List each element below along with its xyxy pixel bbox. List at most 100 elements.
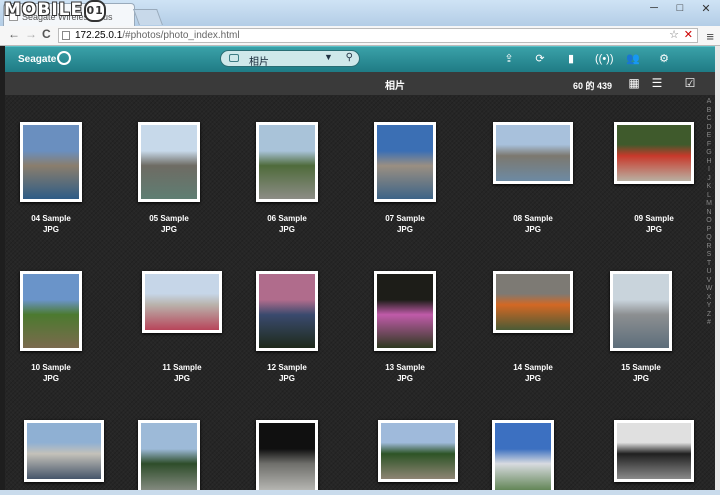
photo-thumbnail[interactable] [20, 122, 82, 202]
photo-thumbnail[interactable] [142, 271, 222, 333]
url-host: 172.25.0.1 [75, 30, 123, 41]
alphabet-letter[interactable]: Y [703, 302, 715, 311]
extension-icon[interactable]: ✕ [684, 29, 693, 42]
photo-type: JPG [632, 374, 649, 383]
photo-thumbnail[interactable] [378, 420, 458, 482]
photo-type: JPG [42, 225, 59, 234]
camera-icon [229, 54, 239, 62]
alphabet-letter[interactable]: U [703, 268, 715, 277]
photo-thumbnail[interactable] [256, 420, 318, 490]
photo-name: 11 Sample [162, 363, 202, 372]
alphabet-letter[interactable]: P [703, 226, 715, 235]
page-title: 相片 [385, 81, 405, 92]
photo-thumbnail[interactable] [24, 420, 104, 482]
grid-view-icon[interactable]: ▦ [627, 76, 641, 90]
photo-type: JPG [278, 374, 295, 383]
alphabet-letter[interactable]: J [703, 175, 715, 184]
header-actions: ⇪ ⟳ ▮ ((•)) 👥 ⚙ [502, 51, 671, 67]
photo-thumbnail[interactable] [256, 122, 318, 202]
alphabet-letter[interactable]: A [703, 98, 715, 107]
alphabet-letter[interactable]: L [703, 192, 715, 201]
photo-type: JPG [396, 374, 413, 383]
alphabet-letter[interactable]: F [703, 141, 715, 150]
media-search-box[interactable]: 相片 ▼ ⚲ [220, 50, 360, 68]
settings-icon[interactable]: ⚙ [657, 51, 671, 67]
upload-icon[interactable]: ⇪ [502, 51, 516, 67]
address-bar[interactable]: 172.25.0.1/#photos/photo_index.html ☆ ✕ [58, 28, 698, 43]
alphabet-letter[interactable]: T [703, 260, 715, 269]
chevron-down-icon[interactable]: ▼ [324, 52, 333, 62]
wifi-icon[interactable]: ((•)) [595, 51, 614, 67]
photo-thumbnail[interactable] [492, 420, 554, 490]
page-icon [62, 31, 70, 40]
alphabet-letter[interactable]: B [703, 107, 715, 116]
alphabet-letter[interactable]: X [703, 294, 715, 303]
photo-thumbnail[interactable] [20, 271, 82, 351]
photo-type: JPG [160, 225, 177, 234]
photo-thumbnail[interactable] [374, 122, 436, 202]
alphabet-letter[interactable]: W [703, 285, 715, 294]
photo-name: 05 Sample [149, 214, 189, 223]
app-header: Seagate 相片 ▼ ⚲ ⇪ ⟳ ▮ ((•)) 👥 ⚙ [5, 46, 715, 72]
refresh-icon[interactable]: ⟳ [533, 51, 547, 67]
alphabet-index: A B C D E F G H I J K L M N O P Q R S T U V W X Y Z # [703, 98, 715, 328]
alphabet-letter[interactable]: O [703, 217, 715, 226]
search-icon[interactable]: ⚲ [346, 52, 353, 63]
browser-menu-icon[interactable]: ≡ [706, 29, 714, 44]
brand-name: Seagate [18, 54, 57, 65]
alphabet-letter[interactable]: # [703, 319, 715, 328]
alphabet-letter[interactable]: H [703, 158, 715, 167]
photo-thumbnail[interactable] [493, 271, 573, 333]
photo-name: 12 Sample [267, 363, 307, 372]
photo-thumbnail[interactable] [374, 271, 436, 351]
browser-titlebar: Seagate Wireless Plus MOBILE 01 ─ □ ✕ [0, 0, 720, 26]
seagate-logo: Seagate [18, 51, 71, 65]
alphabet-letter[interactable]: V [703, 277, 715, 286]
select-mode-icon[interactable]: ☑ [683, 76, 697, 90]
photo-name: 10 Sample [31, 363, 71, 372]
photo-thumbnail[interactable] [610, 271, 672, 351]
photo-thumbnail[interactable] [614, 420, 694, 482]
section-bar: 相片 60 的 439 ▦ ☰ ☑ [5, 72, 715, 96]
photo-thumbnail[interactable] [138, 420, 200, 490]
minimize-icon[interactable]: ─ [646, 2, 662, 15]
alphabet-letter[interactable]: K [703, 183, 715, 192]
alphabet-letter[interactable]: Q [703, 234, 715, 243]
close-window-icon[interactable]: ✕ [698, 2, 714, 15]
users-icon[interactable]: 👥 [626, 51, 640, 67]
bookmark-star-icon[interactable]: ☆ [669, 29, 679, 42]
photo-type: JPG [645, 225, 662, 234]
back-icon[interactable]: ← [8, 27, 20, 41]
list-view-icon[interactable]: ☰ [650, 76, 664, 90]
alphabet-letter[interactable]: Z [703, 311, 715, 320]
alphabet-letter[interactable]: G [703, 149, 715, 158]
scrollbar[interactable] [715, 46, 720, 490]
alphabet-letter[interactable]: I [703, 166, 715, 175]
photo-type: JPG [278, 225, 295, 234]
photo-type: JPG [524, 374, 541, 383]
alphabet-letter[interactable]: C [703, 115, 715, 124]
new-tab-button[interactable] [133, 9, 163, 25]
alphabet-letter[interactable]: R [703, 243, 715, 252]
item-count: 60 的 439 [573, 81, 613, 91]
browser-toolbar: ← → C 172.25.0.1/#photos/photo_index.htm… [0, 26, 720, 46]
alphabet-letter[interactable]: D [703, 124, 715, 133]
window-bottom-edge [0, 490, 720, 495]
url-path: /#photos/photo_index.html [122, 30, 240, 41]
battery-icon[interactable]: ▮ [564, 51, 578, 67]
photo-name: 07 Sample [385, 214, 425, 223]
photo-name: 06 Sample [267, 214, 307, 223]
photo-thumbnail[interactable] [256, 271, 318, 351]
forward-icon[interactable]: → [25, 27, 37, 41]
photo-name: 14 Sample [513, 363, 553, 372]
photo-thumbnail[interactable] [614, 122, 694, 184]
alphabet-letter[interactable]: M [703, 200, 715, 209]
maximize-icon[interactable]: □ [672, 2, 688, 15]
alphabet-letter[interactable]: E [703, 132, 715, 141]
photo-thumbnail[interactable] [138, 122, 200, 202]
reload-icon[interactable]: C [42, 27, 51, 41]
alphabet-letter[interactable]: N [703, 209, 715, 218]
photo-thumbnail[interactable] [493, 122, 573, 184]
search-category-label: 相片 [249, 57, 269, 68]
alphabet-letter[interactable]: S [703, 251, 715, 260]
